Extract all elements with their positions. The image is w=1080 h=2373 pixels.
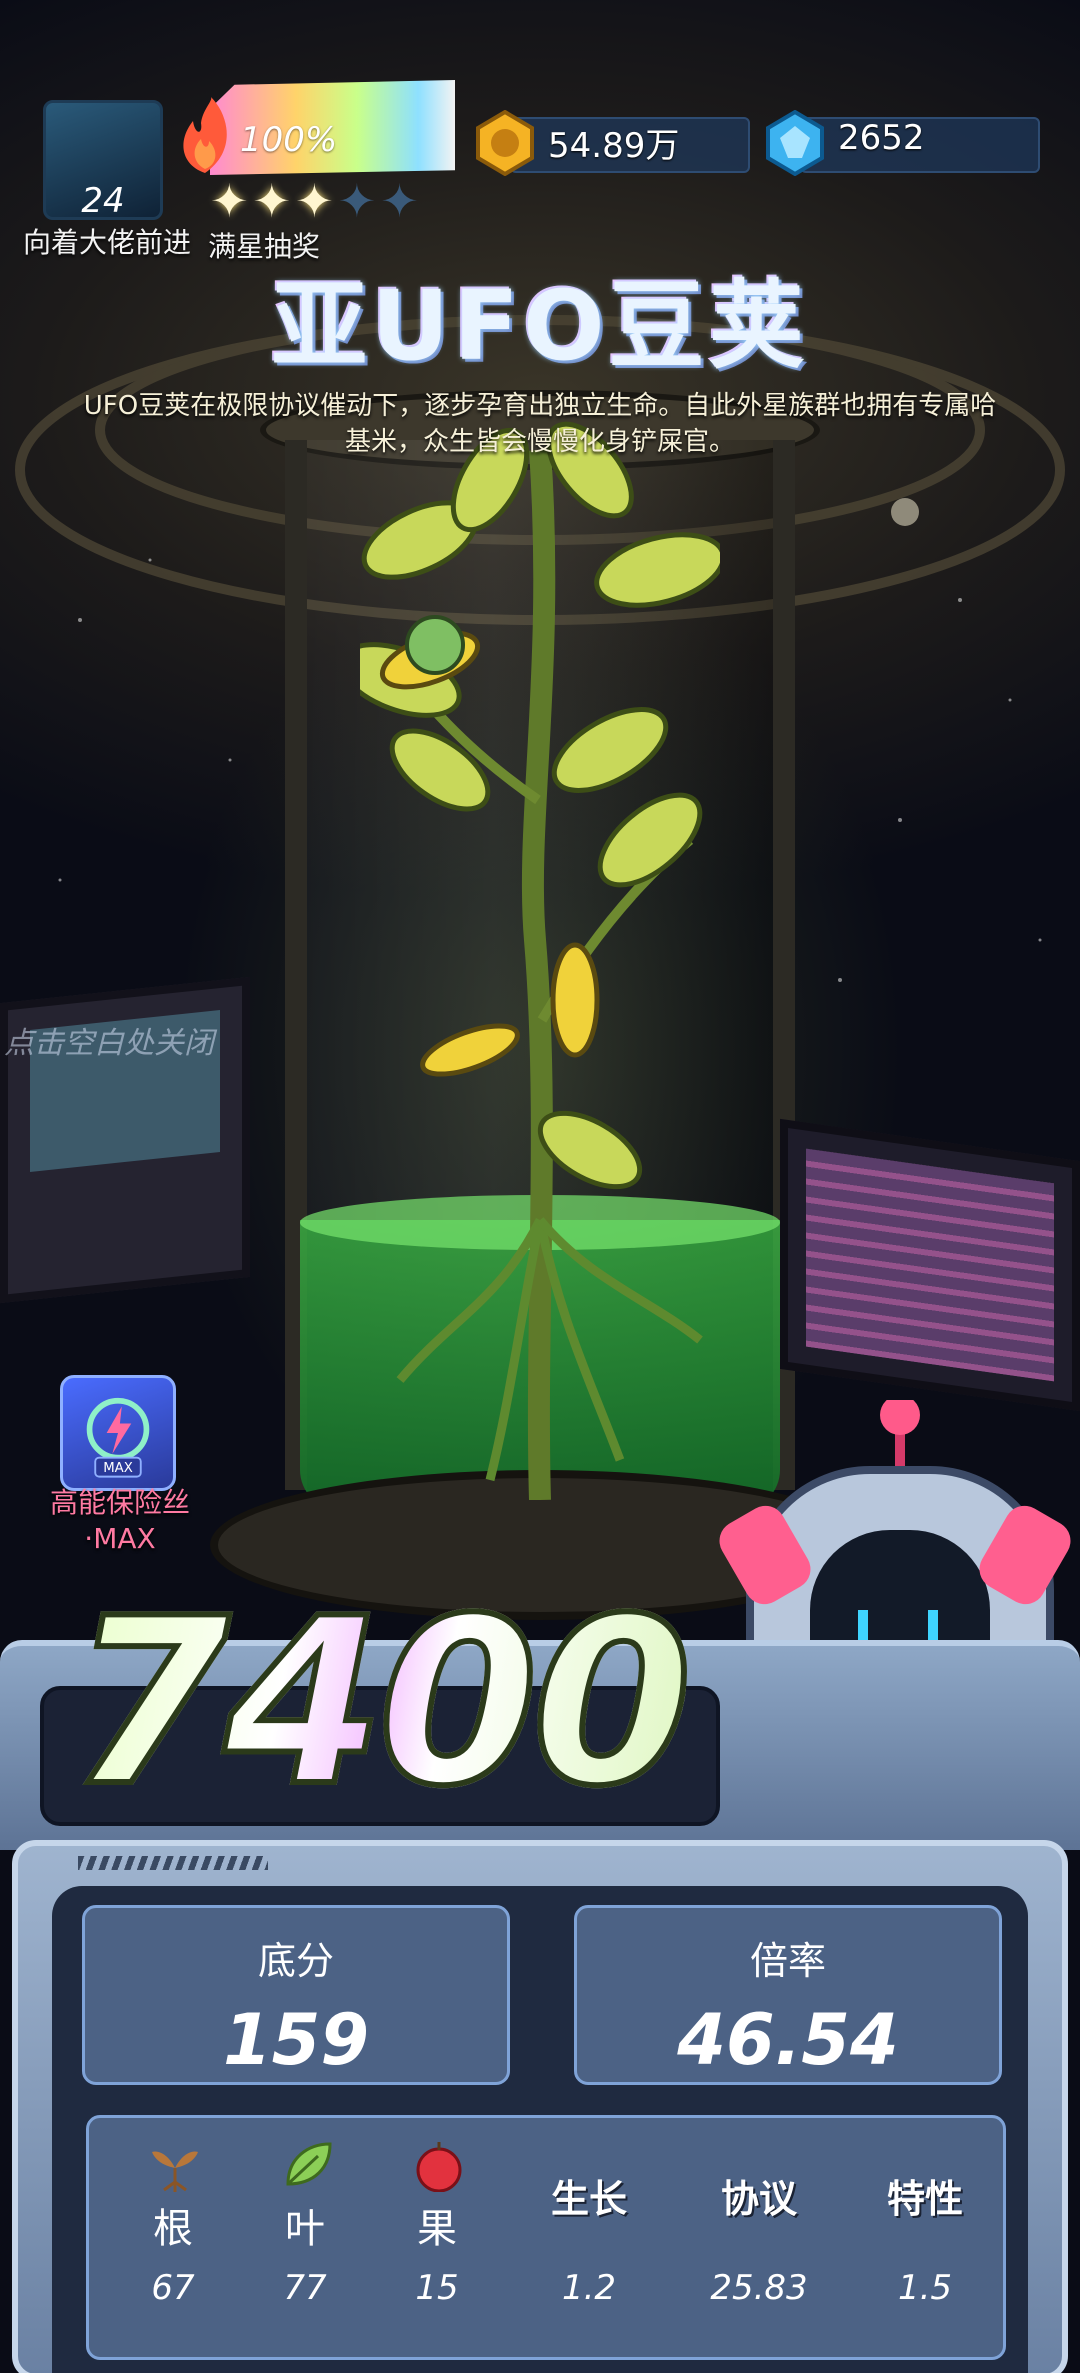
stat-trait: 特性 1.5	[886, 2177, 963, 2308]
stat-leaf: 叶 77	[235, 2118, 375, 2363]
ufo-pod-plant	[360, 421, 720, 1500]
base-score-label: 底分	[257, 1939, 334, 1983]
item-description: UFO豆荚在极限协议催动下，逐步孕育出独立生命。自此外星族群也拥有专属哈基米，众…	[83, 391, 997, 457]
star-empty-icon: ✦	[380, 174, 419, 228]
multiplier-box: 倍率 46.54	[574, 1905, 1002, 2085]
star-empty-icon: ✦	[337, 174, 377, 228]
leaf-icon	[286, 2142, 332, 2186]
star-rating: ✦ ✦ ✦ ✦ ✦	[210, 178, 419, 224]
stat-protocol: 协议 25.83	[710, 2177, 808, 2308]
base-score-box: 底分 159	[82, 1905, 510, 2085]
multiplier-value: 46.54	[677, 1999, 899, 2081]
coin-icon	[476, 110, 534, 176]
stat-fruit: 果 15	[367, 2118, 507, 2363]
max-badge: MAX	[103, 1461, 133, 1476]
total-score: 7400	[67, 1567, 695, 1840]
apple-icon	[416, 2142, 462, 2192]
base-score-value: 159	[222, 1999, 370, 2081]
multiplier-label: 倍率	[749, 1939, 826, 1983]
gem-amount: 2652	[838, 118, 925, 158]
star-icon: ✦	[210, 174, 249, 228]
close-hint[interactable]: 点击空白处关闭	[4, 1018, 214, 1062]
star-icon: ✦	[252, 174, 292, 228]
player-level: 24	[81, 181, 125, 221]
sprout-icon	[152, 2151, 198, 2192]
high-energy-fuse-icon[interactable]: MAX	[60, 1375, 176, 1491]
stats-table: 根 67 叶 77 果 15 生长 1.2 协议 25.83 特性 1.5	[86, 2115, 1006, 2360]
star-icon: ✦	[295, 174, 334, 228]
flame-icon	[183, 97, 227, 173]
energy-percent: 100%	[240, 120, 338, 160]
item-title: 亚UFO豆荚	[271, 270, 809, 382]
stat-growth: 生长 1.2	[550, 2177, 627, 2308]
high-energy-fuse-label: 高能保险丝·MAX	[49, 1486, 190, 1555]
player-avatar[interactable]: 24	[43, 100, 163, 221]
stat-root: 根 67	[103, 2118, 243, 2363]
coin-amount: 54.89万	[548, 126, 680, 166]
gem-icon	[766, 110, 824, 176]
right-console	[780, 1118, 1080, 1412]
